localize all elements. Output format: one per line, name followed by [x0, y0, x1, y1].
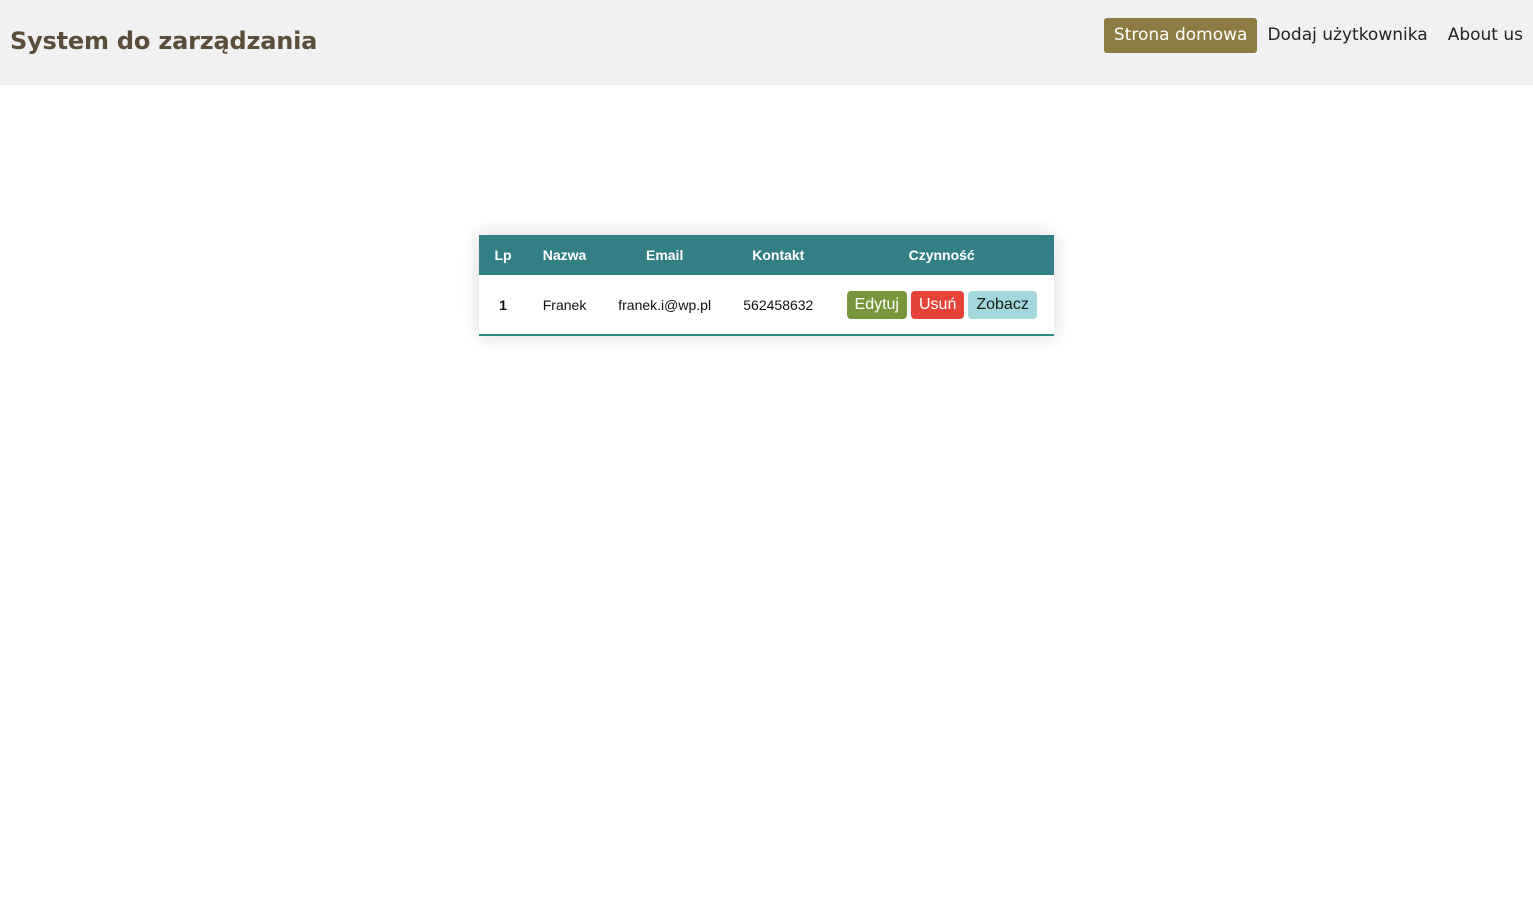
row-name-cell: Franek — [542, 296, 587, 313]
column-header-email: Email — [645, 247, 684, 263]
row-email-cell: franek.i@wp.pl — [618, 296, 712, 313]
nav-home-link[interactable]: Strona domowa — [1103, 18, 1258, 53]
column-header-lp: Lp — [494, 247, 512, 263]
edit-button[interactable]: Edytuj — [846, 290, 907, 319]
table-row: 1 Franek franek.i@wp.pl 562458632 Edytuj… — [479, 275, 1054, 335]
users-table: Lp Nazwa Email Kontakt Czynność 1 Franek… — [479, 235, 1054, 336]
main-nav: Strona domowa Dodaj użytkownika About us — [1103, 18, 1533, 53]
app-title: System do zarządzania — [10, 27, 318, 55]
nav-add-user-link[interactable]: Dodaj użytkownika — [1257, 18, 1437, 53]
nav-about-link[interactable]: About us — [1438, 18, 1533, 53]
row-lp-cell: 1 — [499, 296, 507, 313]
top-header: System do zarządzania Strona domowa Doda… — [0, 0, 1533, 85]
delete-button[interactable]: Usuń — [910, 290, 965, 319]
table-header-row: Lp Nazwa Email Kontakt Czynność — [479, 235, 1054, 275]
column-header-contact: Kontakt — [752, 247, 805, 263]
view-button[interactable]: Zobacz — [968, 290, 1037, 319]
row-contact-cell: 562458632 — [743, 296, 814, 313]
column-header-actions: Czynność — [908, 247, 975, 263]
row-actions: Edytuj Usuń Zobacz — [844, 290, 1039, 319]
row-actions-cell: Edytuj Usuń Zobacz — [829, 275, 1054, 335]
users-table-container: Lp Nazwa Email Kontakt Czynność 1 Franek… — [479, 235, 1054, 336]
column-header-name: Nazwa — [542, 247, 587, 263]
